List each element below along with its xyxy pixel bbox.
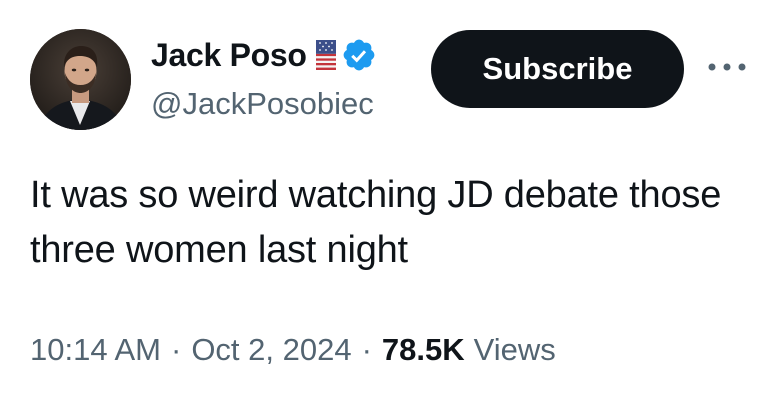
us-flag-icon [315,40,336,70]
tweet-time[interactable]: 10:14 AM [30,332,161,368]
author-handle[interactable]: @JackPosobiec [151,86,409,122]
views-label: Views [473,332,556,367]
more-horizontal-icon [708,63,746,71]
separator: · [170,332,182,367]
profile-photo [30,29,131,130]
tweet-date[interactable]: Oct 2, 2024 [191,332,351,368]
tweet-meta: 10:14 AM · Oct 2, 2024 · 78.5K Views [30,327,556,373]
tweet-card: Jack Poso @JackPosobiec Subscribe It was… [0,0,776,409]
tweet-text: It was so weird watching JD debate those… [30,174,722,271]
views-count: 78.5K [381,332,465,367]
author-name-row: Jack Poso [151,33,377,77]
subscribe-button[interactable]: Subscribe [431,30,684,108]
separator: · [361,332,372,367]
author-display-name[interactable]: Jack Poso [151,37,307,74]
avatar[interactable] [30,29,131,130]
more-options-button[interactable] [703,52,751,82]
verified-badge-icon[interactable] [341,37,377,73]
